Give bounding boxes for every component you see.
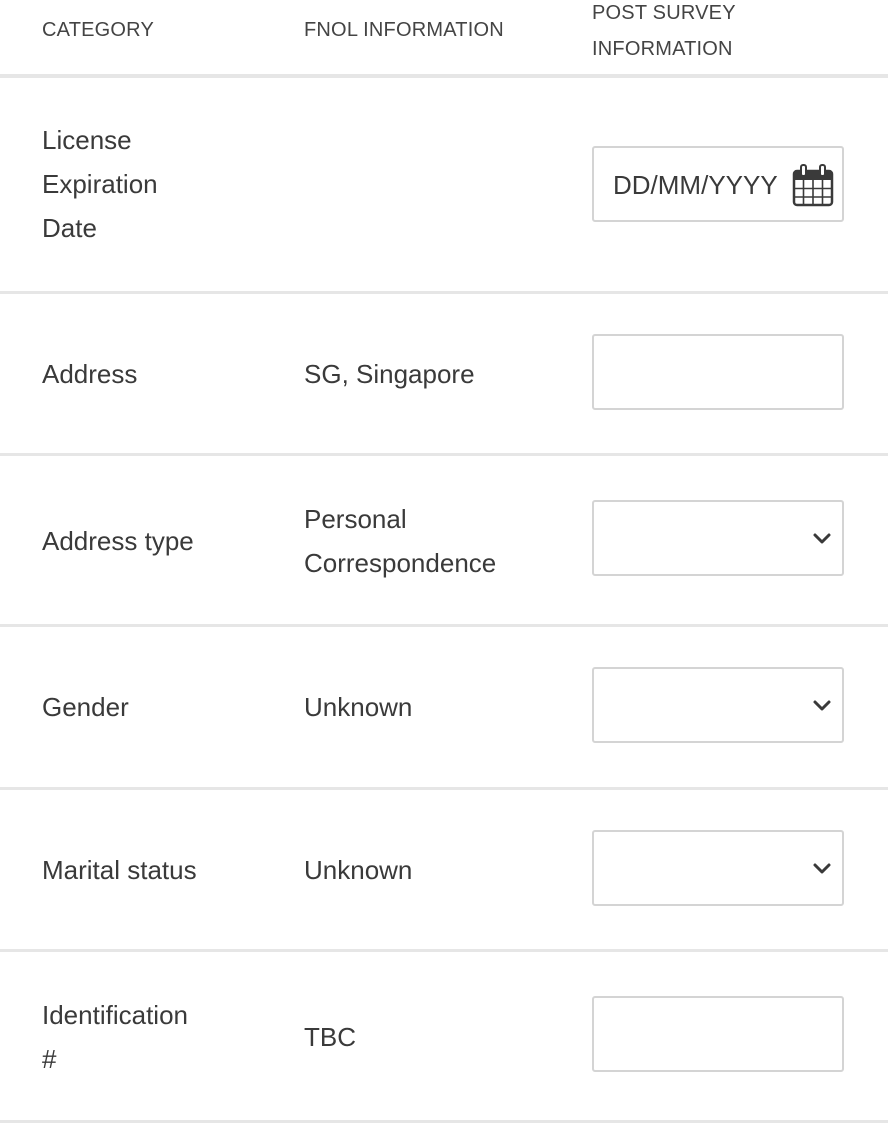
column-header-post-survey: POST SURVEY INFORMATION	[592, 0, 736, 67]
category-label-line: #	[42, 1044, 57, 1074]
table-row-identification: Identification # TBC	[0, 952, 888, 1123]
date-placeholder: DD/MM/YYYY	[613, 170, 778, 200]
category-label-line: Marital status	[42, 855, 197, 885]
address-type-select[interactable]	[592, 500, 844, 576]
fnol-value-line: Unknown	[304, 692, 413, 722]
chevron-down-icon	[813, 700, 831, 711]
fnol-value: Personal Correspondence	[304, 497, 564, 585]
category-label-line: Date	[42, 213, 97, 243]
category-label: Address type	[42, 519, 242, 563]
table-row-marital-status: Marital status Unknown	[0, 790, 888, 952]
category-label: Marital status	[42, 848, 242, 892]
chevron-down-icon	[813, 863, 831, 874]
fnol-value-line: SG, Singapore	[304, 359, 475, 389]
fnol-value: SG, Singapore	[304, 352, 564, 396]
fnol-value: Unknown	[304, 848, 564, 892]
identification-input[interactable]	[592, 996, 844, 1072]
table-row-address-type: Address type Personal Correspondence	[0, 456, 888, 627]
table-row-gender: Gender Unknown	[0, 627, 888, 790]
column-header-post-survey-line2: INFORMATION	[592, 38, 733, 60]
category-label: License Expiration Date	[42, 118, 242, 250]
category-label: Gender	[42, 685, 242, 729]
category-label-line: Identification	[42, 1000, 188, 1030]
chevron-down-icon	[813, 533, 831, 544]
column-header-fnol: FNOL INFORMATION	[304, 19, 504, 41]
category-label: Address	[42, 352, 242, 396]
category-label-line: Address	[42, 359, 138, 389]
category-label: Identification #	[42, 993, 242, 1081]
fnol-value-line: Unknown	[304, 855, 413, 885]
calendar-icon[interactable]	[792, 164, 834, 208]
survey-comparison-table: CATEGORY FNOL INFORMATION POST SURVEY IN…	[0, 0, 888, 1123]
license-expiration-date-input[interactable]: DD/MM/YYYY	[592, 146, 844, 222]
fnol-value-line: Correspondence	[304, 548, 497, 578]
table-row-license-expiration-date: License Expiration Date DD/MM/YYYY	[0, 78, 888, 294]
column-header-post-survey-line1: POST SURVEY	[592, 2, 736, 24]
fnol-value-line: TBC	[304, 1022, 356, 1052]
gender-select[interactable]	[592, 667, 844, 743]
column-header-category: CATEGORY	[42, 19, 154, 41]
table-row-address: Address SG, Singapore	[0, 294, 888, 456]
fnol-value-line: Personal	[304, 504, 407, 534]
category-label-line: License	[42, 125, 132, 155]
category-label-line: Address type	[42, 526, 194, 556]
category-label-line: Expiration	[42, 169, 158, 199]
fnol-value: TBC	[304, 1015, 564, 1059]
table-header: CATEGORY FNOL INFORMATION POST SURVEY IN…	[0, 0, 888, 78]
fnol-value: Unknown	[304, 685, 564, 729]
marital-status-select[interactable]	[592, 830, 844, 906]
category-label-line: Gender	[42, 692, 129, 722]
address-input[interactable]	[592, 334, 844, 410]
